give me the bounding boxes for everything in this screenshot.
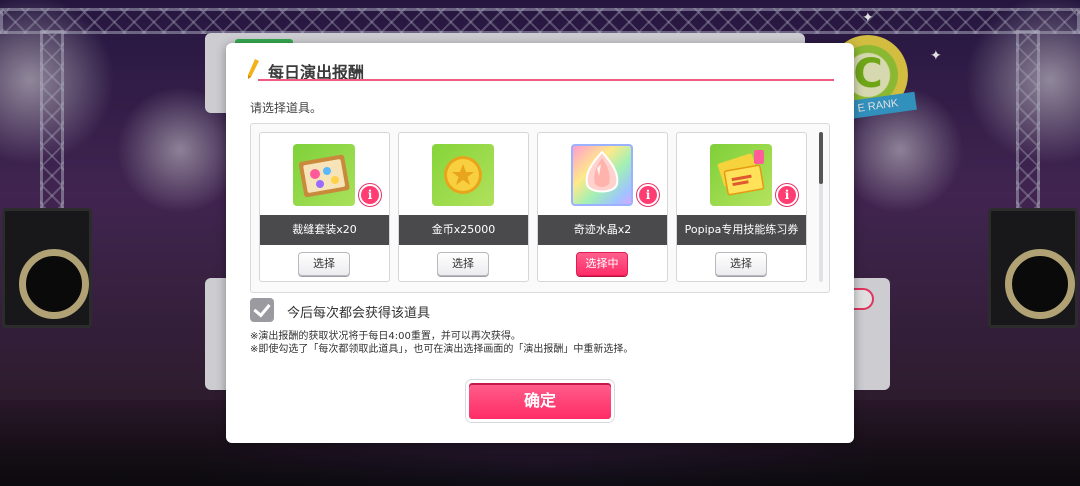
item-name: 金币x25000 [399,215,528,245]
item-list-scrollbar[interactable] [819,132,823,282]
note-line: ※即使勾选了「每次都领取此道具」，也可在演出选择画面的「演出报酬」中重新选择。 [250,344,634,355]
select-prompt: 请选择道具。 [250,101,323,115]
item-card-skill-ticket[interactable]: i Popipa专用技能练习券 选择 [676,132,807,282]
select-button[interactable]: 选择 [715,252,767,276]
title-divider [258,79,834,81]
select-button[interactable]: 选择 [298,252,350,276]
dialog-header: 每日演出报酬 [244,57,834,83]
confirm-button[interactable]: 确定 [466,380,614,422]
item-name: Popipa专用技能练习券 [677,215,806,245]
info-icon[interactable]: i [776,184,798,206]
notes: ※演出报酬的获取状况将于每日4:00重置，并可以再次获得。 ※即使勾选了「每次都… [250,330,633,356]
scrollbar-thumb[interactable] [819,132,823,184]
item-list[interactable]: i 裁缝套装x20 选择 金币x25000 选择 i 奇迹水晶x2 选择中 i … [250,123,830,293]
always-get-label[interactable]: 今后每次都会获得该道具 [287,302,430,321]
item-card-sewing-kit[interactable]: i 裁缝套装x20 选择 [259,132,390,282]
item-name: 奇迹水晶x2 [538,215,667,245]
info-icon[interactable]: i [359,184,381,206]
gold-coin-icon [432,144,494,206]
note-line: ※演出报酬的获取状况将于每日4:00重置，并可以再次获得。 [250,331,521,342]
miracle-crystal-icon [571,144,633,206]
select-button[interactable]: 选择 [437,252,489,276]
item-name: 裁缝套装x20 [260,215,389,245]
sewing-kit-icon [293,144,355,206]
always-get-checkbox[interactable] [250,298,274,322]
item-card-gold-coin[interactable]: 金币x25000 选择 [398,132,529,282]
selected-button[interactable]: 选择中 [576,252,628,276]
item-card-miracle-crystal[interactable]: i 奇迹水晶x2 选择中 [537,132,668,282]
daily-reward-dialog: 每日演出报酬 请选择道具。 i 裁缝套装x20 选择 金币x25000 选择 i… [226,43,854,443]
pencil-icon [248,59,259,79]
info-icon[interactable]: i [637,184,659,206]
skill-ticket-icon [710,144,772,206]
